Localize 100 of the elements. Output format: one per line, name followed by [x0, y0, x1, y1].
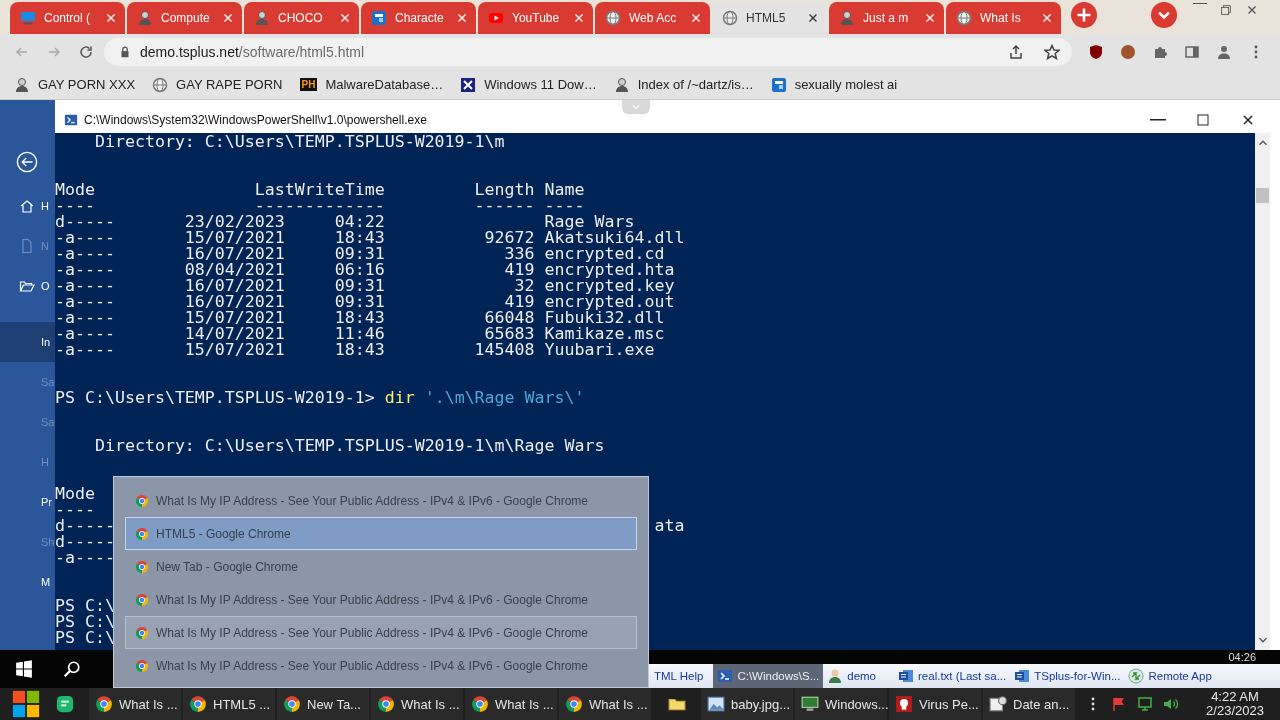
plus-icon[interactable]: [1071, 2, 1097, 28]
browser-tab[interactable]: What Is: [946, 2, 1061, 34]
figure-icon: [137, 10, 153, 26]
figure-icon: [613, 76, 630, 93]
network-icon[interactable]: [1137, 696, 1153, 712]
reload-icon[interactable]: [78, 44, 94, 60]
browser-tab[interactable]: HTML5: [712, 2, 827, 34]
browser-tab[interactable]: Compute: [127, 2, 242, 34]
taskbar-button[interactable]: What Is ...: [465, 688, 557, 720]
column-rule: ----: [544, 198, 585, 214]
window-title: C:\Windows\System32\WindowsPowerShell\v1.0\powershell.exe: [84, 113, 427, 127]
taskbar-button[interactable]: What Is ...: [89, 688, 181, 720]
taskbar-button[interactable]: New Ta...: [277, 688, 369, 720]
taskbar-button[interactable]: demo: [823, 664, 880, 688]
terminal-line: -a---- 16/07/2021 09:31 336 encrypted.cd: [55, 246, 665, 262]
terminal-line: Directory: C:\Users\TEMP.TSPLUS-W2019-1\m\Rage Wars: [93, 438, 605, 454]
sidebar-item[interactable]: O: [0, 266, 55, 306]
browser-icon: [95, 695, 113, 713]
taskbar-button[interactable]: What Is ...: [371, 688, 463, 720]
share-icon[interactable]: [1008, 44, 1024, 60]
taskbar-button[interactable]: C:\Windows\S...: [713, 664, 824, 688]
taskbar-button[interactable]: TSplus-for-Win...: [1010, 664, 1125, 688]
window-list-item[interactable]: What Is My IP Address - See Your Public Address - IPv4 & IPv6 - Google Chrome: [125, 484, 637, 517]
taskbar-button[interactable]: real.txt (Last sa...: [894, 664, 1011, 688]
browser-tab[interactable]: YouTube: [478, 2, 593, 34]
sidebar-item[interactable]: M: [0, 562, 55, 602]
column-rule: ------: [474, 198, 535, 214]
taskbar-button[interactable]: HTML5 ...: [183, 688, 275, 720]
window-list-item[interactable]: HTML5 - Google Chrome: [125, 517, 637, 550]
sidebar-item[interactable]: In: [0, 322, 55, 362]
notes-icon[interactable]: [55, 694, 75, 714]
window-list-item[interactable]: What Is My IP Address - See Your Public Address - IPv4 & IPv6 - Google Chrome: [125, 616, 637, 649]
browser-tab[interactable]: Just a m: [829, 2, 944, 34]
avatar-icon[interactable]: [1120, 44, 1136, 60]
taskbar-button[interactable]: Date an...: [983, 688, 1075, 720]
shield-icon[interactable]: [1088, 44, 1104, 60]
bookmark[interactable]: GAY PORN XXX: [14, 76, 136, 93]
terminal-line: PS C:\: [55, 598, 115, 614]
bookmark[interactable]: Windows 11 Dow…: [460, 76, 597, 93]
globe-icon: [152, 76, 169, 93]
start-icon[interactable]: [15, 660, 33, 678]
play-icon: [488, 10, 504, 26]
window-list-item[interactable]: New Tab - Google Chrome: [125, 550, 637, 583]
column-header: Name: [544, 182, 585, 198]
terminal-icon: [717, 668, 734, 684]
browser-icon: [135, 493, 149, 508]
profile-icon[interactable]: [1216, 44, 1232, 60]
bookmark[interactable]: PH MalwareDatabase…: [299, 77, 444, 92]
column-header: LastWriteTime: [254, 182, 385, 198]
monitor-icon: [20, 10, 36, 26]
sidebar-item[interactable]: H: [0, 186, 55, 226]
browser-tab[interactable]: Web Acc: [595, 2, 710, 34]
column-rule: -------------: [254, 198, 385, 214]
browser-icon: [135, 658, 149, 673]
browser-icon: [189, 695, 207, 713]
puzzle-icon[interactable]: [1152, 44, 1168, 60]
speaker-icon[interactable]: [1163, 696, 1179, 712]
sidebar-icon[interactable]: [1184, 44, 1200, 60]
address-bar[interactable]: demo.tsplus.net/software/html5.html: [104, 38, 1072, 66]
site-logo: PH: [299, 78, 318, 91]
taskbar-button[interactable]: baby.jpg...: [701, 688, 793, 720]
minimize-icon[interactable]: [1193, 3, 1207, 5]
scrollbar-thumb[interactable]: [1256, 188, 1269, 203]
taskbar-button[interactable]: Windows...: [795, 688, 887, 720]
browser-icon: [135, 625, 149, 640]
terminal-line: PS C:\: [55, 614, 115, 630]
taskbar-button[interactable]: What Is ...: [559, 688, 651, 720]
taskbar-button[interactable]: Virus Pe...: [889, 688, 981, 720]
terminal-line: d----- 23/02/2023 04:22 Rage Wars: [55, 214, 635, 230]
terminal-line: d-----: [55, 518, 115, 534]
clock-date: 2/23/2023: [1206, 704, 1264, 718]
terminal-line: ata: [654, 518, 685, 534]
start-icon[interactable]: [11, 689, 41, 719]
sidebar-item[interactable]: Pr: [0, 482, 55, 522]
monitor-icon: [801, 695, 819, 713]
browser-icon: [471, 695, 489, 713]
flag-icon[interactable]: [1111, 696, 1127, 712]
document-icon: [19, 238, 35, 254]
browser-tab[interactable]: Characte: [361, 2, 476, 34]
browser-icon: [565, 695, 583, 713]
star-icon[interactable]: [1044, 44, 1060, 60]
bookmark[interactable]: Index of /~dartz/is…: [613, 76, 754, 93]
browser-tab[interactable]: Control (: [10, 2, 125, 34]
search-icon[interactable]: [63, 660, 81, 678]
cross-icon: [460, 76, 477, 93]
dropdown-icon[interactable]: [1151, 2, 1177, 28]
figure-icon: [839, 10, 855, 26]
bookmark[interactable]: GAY RAPE PORN: [152, 76, 283, 93]
scrollbar[interactable]: [1255, 133, 1270, 650]
window-list-item[interactable]: What Is My IP Address - See Your Public Address - IPv4 & IPv6 - Google Chrome: [125, 649, 637, 682]
terminal-line: -a---- 14/07/2021 11:46 65683 Kamikaze.msc: [55, 326, 665, 342]
window-list-item[interactable]: What Is My IP Address - See Your Public Address - IPv4 & IPv6 - Google Chrome: [125, 583, 637, 616]
browser-tab[interactable]: CHOCO: [244, 2, 359, 34]
terminal-line: -a---- 15/07/2021 18:43 92672 Akatsuki64.dll: [55, 230, 685, 246]
taskbar-button[interactable]: TML Help: [650, 664, 708, 688]
taskbar-button[interactable]: Remote App: [1124, 664, 1216, 688]
restore-icon[interactable]: [1219, 3, 1233, 17]
bookmark[interactable]: sexually molest ai: [770, 76, 898, 93]
maximize-icon: [1194, 112, 1211, 128]
globe-icon: [956, 10, 972, 26]
